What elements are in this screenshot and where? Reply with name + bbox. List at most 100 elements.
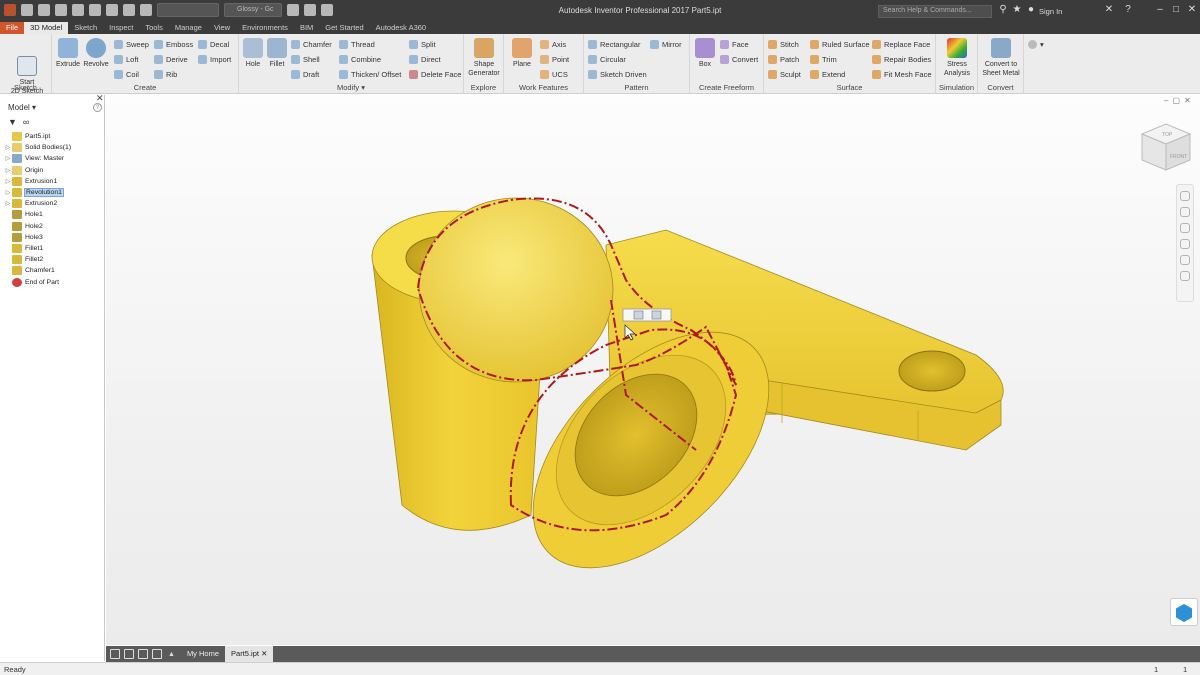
browser-help-icon[interactable]: ? <box>93 103 102 112</box>
sculpt-button[interactable]: Sculpt <box>768 68 801 80</box>
loft-button[interactable]: Loft <box>114 53 139 65</box>
filter-icon[interactable]: ▼ <box>8 117 17 127</box>
tab-close-icon[interactable]: ✕ <box>261 649 267 658</box>
extend-button[interactable]: Extend <box>810 68 845 80</box>
tree-item-hole2[interactable]: Hole2 <box>4 221 104 232</box>
mini-toolbar[interactable] <box>622 308 672 322</box>
user-icon[interactable]: ● <box>1025 4 1037 16</box>
stitch-button[interactable]: Stitch <box>768 38 799 50</box>
maximize-icon[interactable]: □ <box>1170 4 1182 16</box>
tab-part5[interactable]: Part5.ipt ✕ <box>225 646 274 662</box>
extrude-button[interactable]: Extrude <box>54 38 82 69</box>
tab-view[interactable]: View <box>208 22 236 34</box>
derive-button[interactable]: Derive <box>154 53 188 65</box>
tree-item-hole3[interactable]: Hole3 <box>4 232 104 243</box>
fit-mesh-face-button[interactable]: Fit Mesh Face <box>872 68 932 80</box>
rib-button[interactable]: Rib <box>154 68 177 80</box>
ribbon-options-button[interactable]: ▾ <box>1028 38 1044 50</box>
tree-item-hole1[interactable]: Hole1 <box>4 209 104 220</box>
clear-appearance-icon[interactable] <box>287 4 299 16</box>
point-button[interactable]: Point <box>540 53 569 65</box>
appearance-dropdown[interactable]: Glossy - Gc <box>224 3 282 17</box>
material-dropdown[interactable] <box>157 3 219 17</box>
tab-inspect[interactable]: Inspect <box>103 22 139 34</box>
modify-group-label[interactable]: Modify ▾ <box>239 83 463 92</box>
direct-button[interactable]: Direct <box>409 53 441 65</box>
delete-face-button[interactable]: Delete Face <box>409 68 461 80</box>
coil-button[interactable]: Coil <box>114 68 139 80</box>
shell-button[interactable]: Shell <box>291 53 320 65</box>
sign-in-link[interactable]: Sign In <box>1039 7 1062 16</box>
freeform-box-button[interactable]: Box <box>692 38 718 69</box>
search-input[interactable]: Search Help & Commands... <box>878 5 992 18</box>
patch-button[interactable]: Patch <box>768 53 799 65</box>
tab-manage[interactable]: Manage <box>169 22 208 34</box>
ucs-button[interactable]: UCS <box>540 68 568 80</box>
shape-generator-button[interactable]: Shape Generator <box>466 38 502 78</box>
hole-button[interactable]: Hole <box>241 38 265 69</box>
cascade-icon[interactable] <box>110 649 120 659</box>
freeform-face-button[interactable]: Face <box>720 38 749 50</box>
tab-autodesk-a360[interactable]: Autodesk A360 <box>370 22 432 34</box>
decal-button[interactable]: Decal <box>198 38 229 50</box>
ruled-surface-button[interactable]: Ruled Surface <box>810 38 870 50</box>
replace-face-button[interactable]: Replace Face <box>872 38 930 50</box>
tab-file[interactable]: File <box>0 22 25 34</box>
tab-get-started[interactable]: Get Started <box>319 22 369 34</box>
tree-expander-icon[interactable]: ▷ <box>4 167 12 174</box>
tree-expander-icon[interactable]: ▷ <box>4 178 12 185</box>
tree-expander-icon[interactable]: ▷ <box>4 144 12 151</box>
tree-item-view-master[interactable]: ▷ View: Master <box>4 153 104 164</box>
viewcube[interactable]: TOP FRONT <box>1136 120 1194 174</box>
sweep-button[interactable]: Sweep <box>114 38 149 50</box>
thread-button[interactable]: Thread <box>339 38 375 50</box>
minimize-icon[interactable]: – <box>1154 4 1166 16</box>
rectangular-pattern-button[interactable]: Rectangular <box>588 38 640 50</box>
app-hub-button[interactable] <box>1170 598 1198 626</box>
binoculars-icon[interactable]: ⚲ <box>997 4 1009 16</box>
tab-tools[interactable]: Tools <box>139 22 169 34</box>
freeform-convert-button[interactable]: Convert <box>720 53 758 65</box>
vertical-tile-icon[interactable] <box>152 649 162 659</box>
sketch-driven-pattern-button[interactable]: Sketch Driven <box>588 68 647 80</box>
save-icon[interactable] <box>55 4 67 16</box>
draft-button[interactable]: Draft <box>291 68 319 80</box>
tree-expander-icon[interactable]: ▷ <box>4 200 12 207</box>
exchange-icon[interactable]: ✕ <box>1103 4 1115 16</box>
tree-item-extrusion1[interactable]: ▷ Extrusion1 <box>4 176 104 187</box>
part-model[interactable] <box>106 95 1200 645</box>
tab-environments[interactable]: Environments <box>236 22 294 34</box>
split-button[interactable]: Split <box>409 38 436 50</box>
help-icon[interactable]: ? <box>1122 4 1134 16</box>
star-icon[interactable]: ★ <box>1011 4 1023 16</box>
emboss-button[interactable]: Emboss <box>154 38 193 50</box>
import-button[interactable]: Import <box>198 53 231 65</box>
tab-list-icon[interactable]: ▲ <box>168 651 175 658</box>
tab-my-home[interactable]: My Home <box>181 646 225 662</box>
plane-button[interactable]: Plane <box>508 38 536 69</box>
home-icon[interactable] <box>106 4 118 16</box>
tab-sketch[interactable]: Sketch <box>68 22 103 34</box>
chamfer-button[interactable]: Chamfer <box>291 38 332 50</box>
redo-icon[interactable] <box>89 4 101 16</box>
tree-expander-icon[interactable]: ▷ <box>4 155 12 162</box>
trim-button[interactable]: Trim <box>810 53 837 65</box>
circular-pattern-button[interactable]: Circular <box>588 53 626 65</box>
tree-item-end-of-part[interactable]: End of Part <box>4 276 104 287</box>
browser-title[interactable]: Model ▾ <box>8 103 36 112</box>
thicken-offset-button[interactable]: Thicken/ Offset <box>339 68 401 80</box>
new-icon[interactable] <box>21 4 33 16</box>
update-icon[interactable] <box>123 4 135 16</box>
tab-3d-model[interactable]: 3D Model <box>24 22 69 34</box>
mirror-button[interactable]: Mirror <box>650 38 682 50</box>
orbit-icon[interactable] <box>1180 239 1190 249</box>
pan-icon[interactable] <box>1180 207 1190 217</box>
tab-bim[interactable]: BIM <box>294 22 319 34</box>
look-at-icon[interactable] <box>1180 255 1190 265</box>
tree-expander-icon[interactable]: ▷ <box>4 189 12 196</box>
tile-icon[interactable] <box>124 649 134 659</box>
tree-item-chamfer1[interactable]: Chamfer1 <box>4 265 104 276</box>
open-icon[interactable] <box>38 4 50 16</box>
tree-item-fillet1[interactable]: Fillet1 <box>4 243 104 254</box>
horizontal-tile-icon[interactable] <box>138 649 148 659</box>
